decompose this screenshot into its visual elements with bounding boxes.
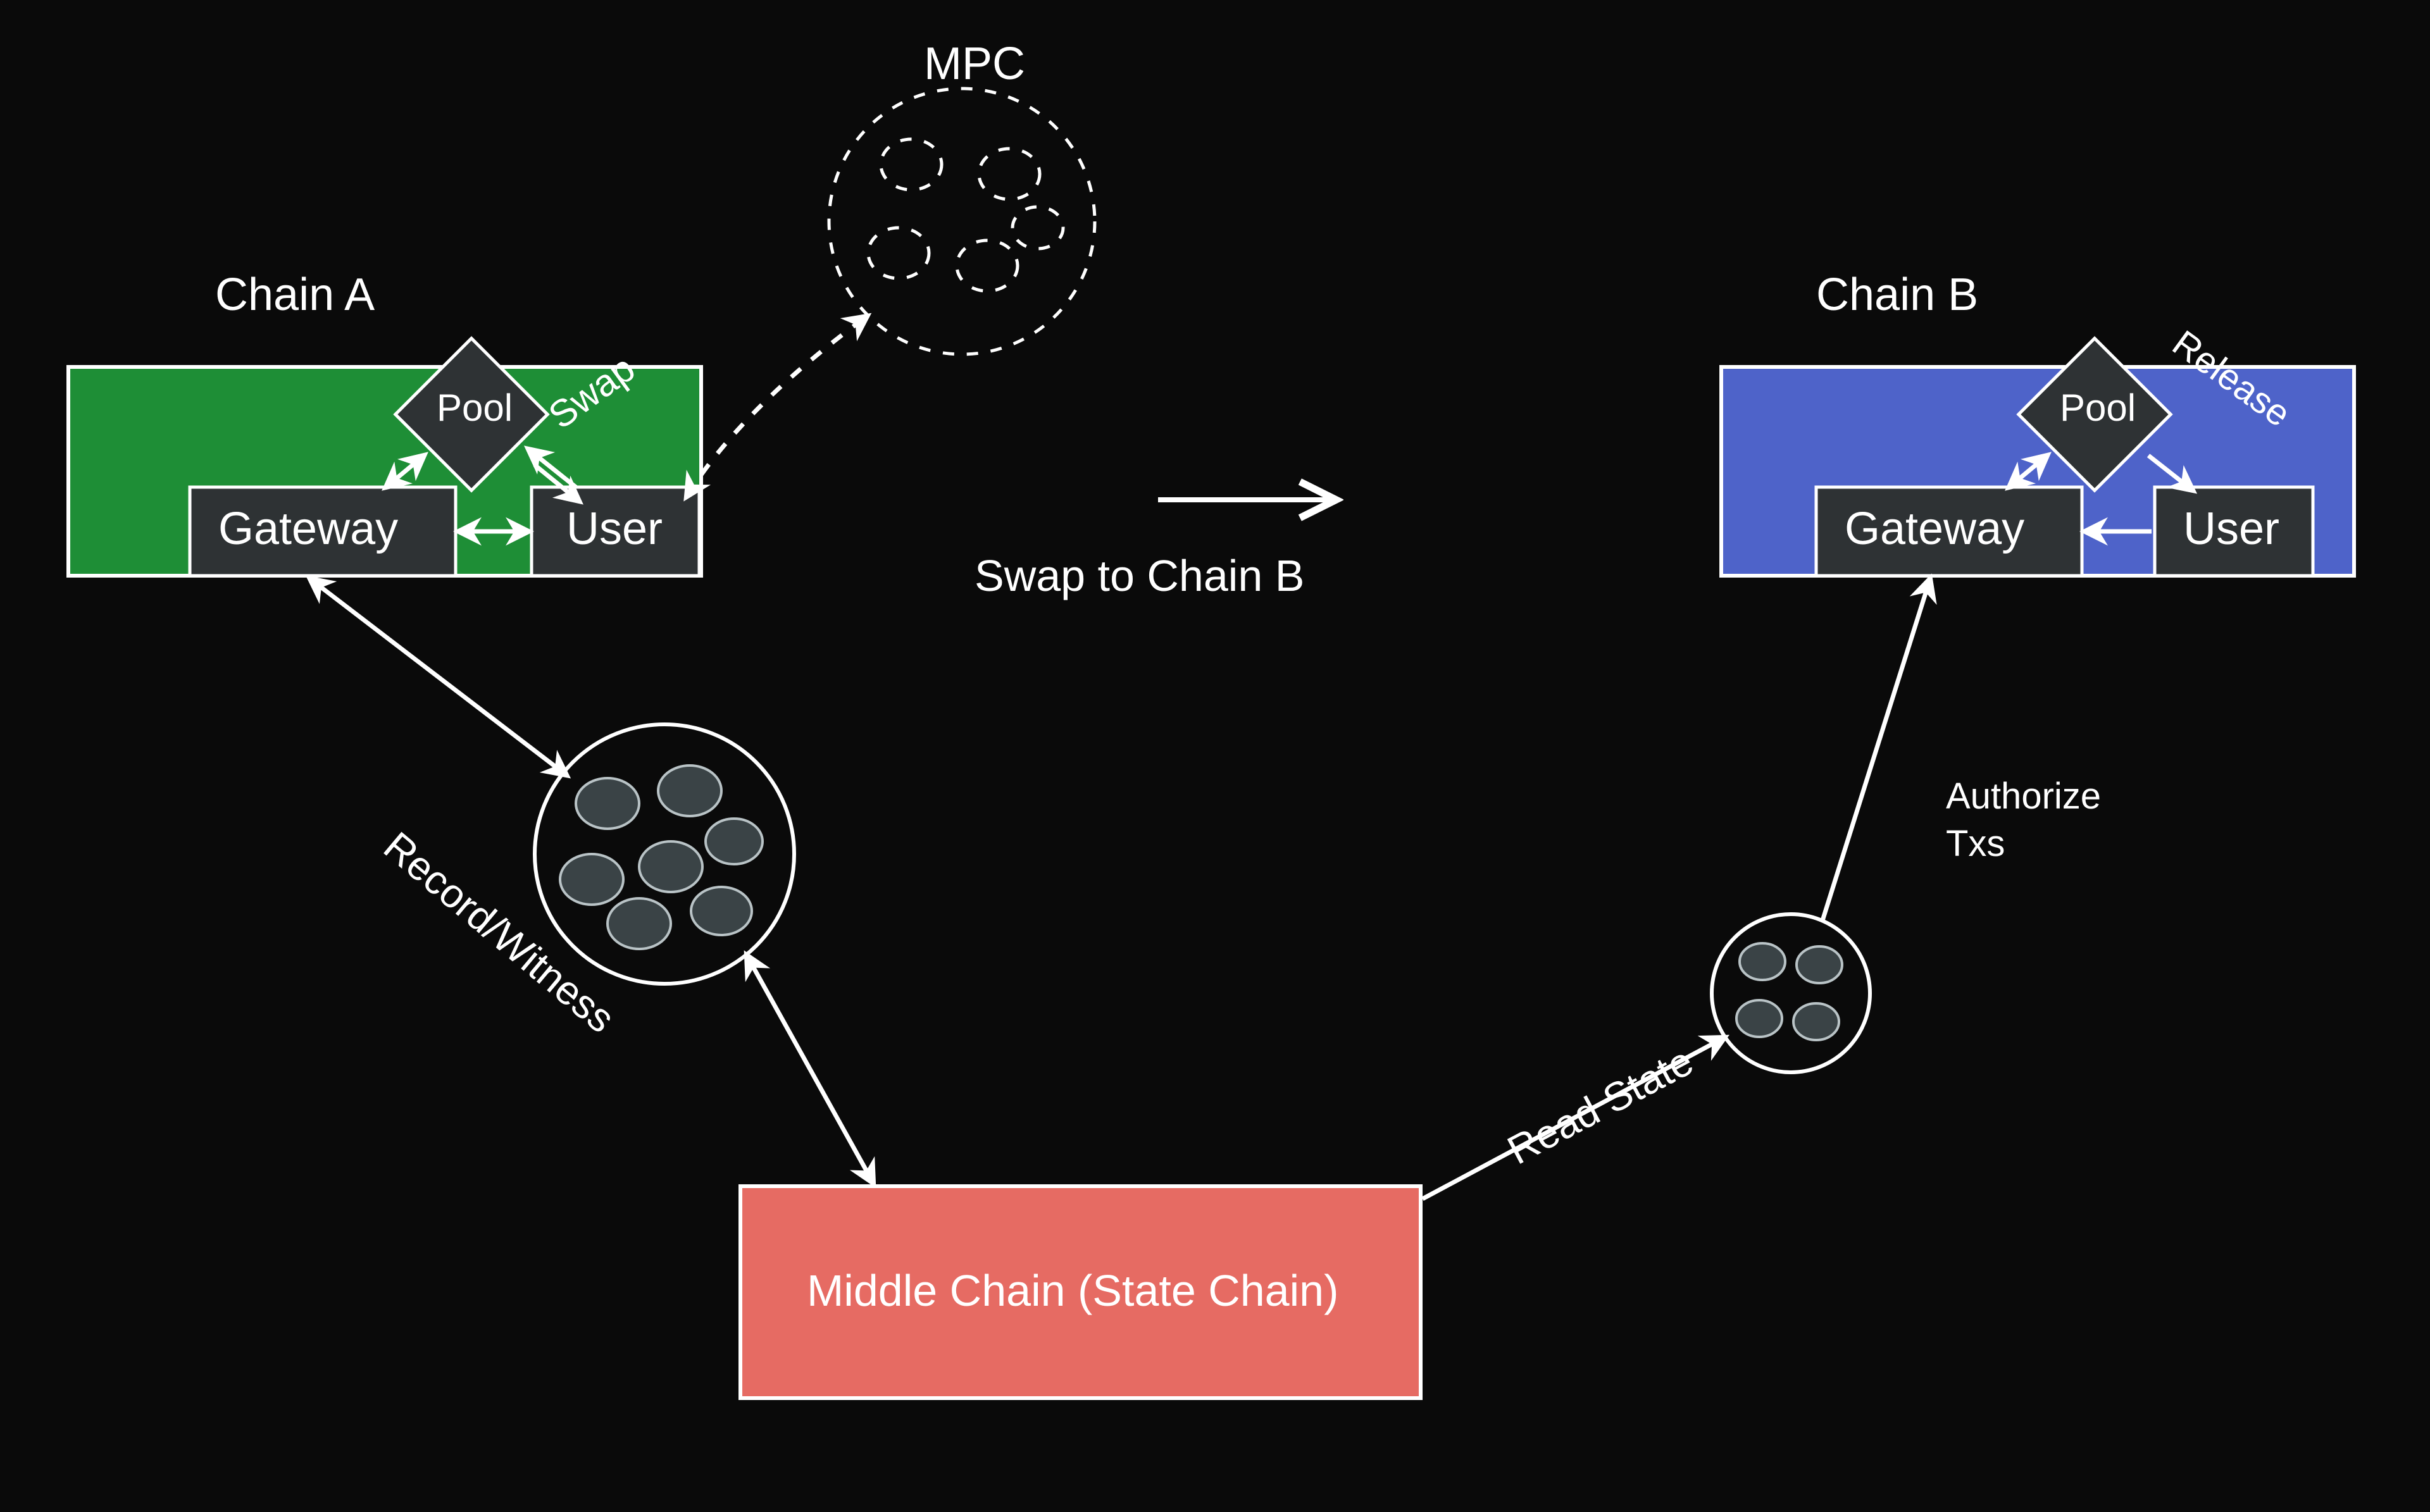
signer-cluster (1712, 914, 1870, 1072)
middle-chain-label: Middle Chain (State Chain) (807, 1265, 1338, 1316)
edge-pool-user-b (2148, 455, 2193, 490)
mpc-cluster (829, 89, 1095, 354)
authorize-txs-label-2: Txs (1946, 822, 2005, 865)
release-label: Release (2165, 322, 2299, 435)
chain-b-title: Chain B (1816, 269, 1978, 321)
edge-gateway-pool-a (386, 455, 424, 487)
user-b-label: User (2183, 503, 2279, 555)
edge-gateway-pool-b (2009, 455, 2047, 487)
gateway-b-label: Gateway (1845, 503, 2024, 555)
witness-cluster (535, 724, 794, 984)
pool-b-label: Pool (2060, 386, 2136, 430)
edge-user-pool-a-2 (535, 465, 579, 501)
edge-user-mpc (687, 316, 867, 497)
swap-label: Swap (540, 346, 643, 437)
user-a-label: User (566, 503, 663, 555)
pool-a-label: Pool (437, 386, 513, 430)
authorize-txs-label-1: Authorize (1946, 775, 2101, 817)
edge-user-pool-a-1 (528, 449, 576, 487)
gateway-a-label: Gateway (218, 503, 398, 555)
diagram-stage: Chain A Chain B MPC Pool Pool Swap Relea… (0, 0, 2430, 1512)
chain-a-title: Chain A (215, 269, 375, 321)
record-witness-label: Record/Witness (375, 822, 624, 1042)
edge-signer-gateway (1822, 579, 1930, 920)
swap-to-chain-b-label: Swap to Chain B (975, 550, 1304, 601)
edge-gateway-witness (310, 579, 566, 775)
edge-witness-middle (747, 955, 873, 1183)
mpc-label: MPC (924, 38, 1025, 90)
read-state-label: Read State (1500, 1038, 1700, 1174)
